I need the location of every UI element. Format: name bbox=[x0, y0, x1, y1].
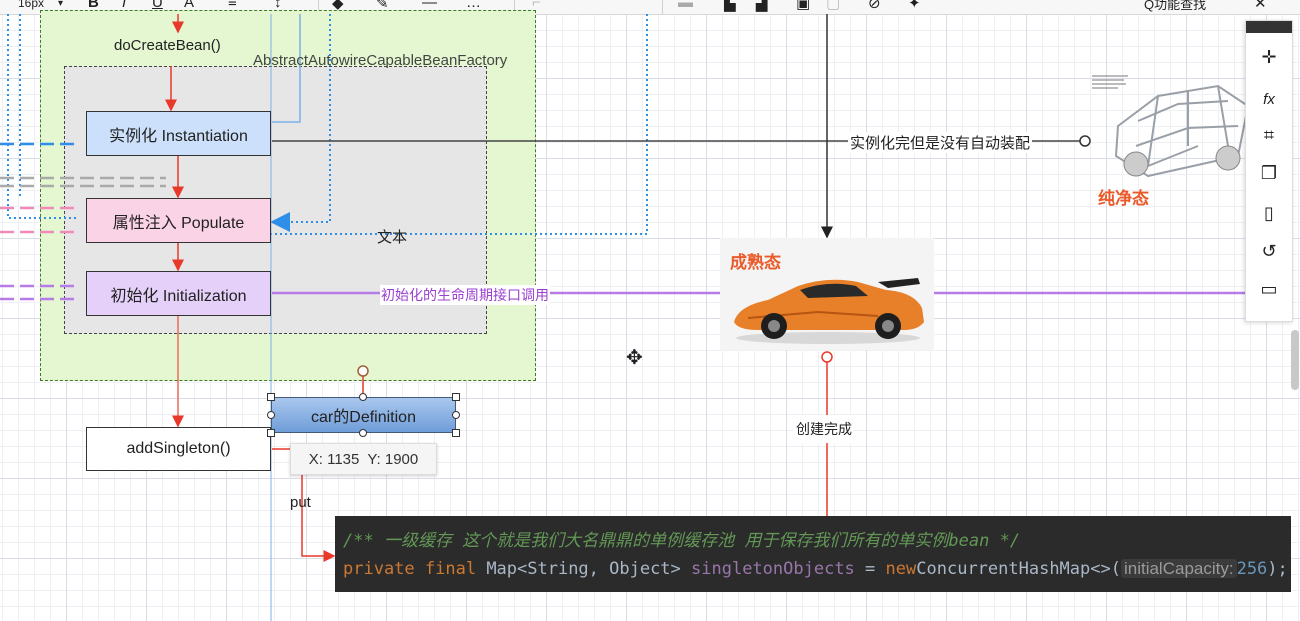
code-snippet-image[interactable]: /** 一级缓存 这个就是我们大名鼎鼎的单例缓存池 用于保存我们所有的单实例be… bbox=[335, 516, 1291, 592]
instantiation-node[interactable]: 实例化 Instantiation bbox=[86, 111, 271, 156]
node-label: 初始化 Initialization bbox=[110, 287, 247, 305]
car-chassis-image[interactable] bbox=[1088, 66, 1250, 186]
pages-icon[interactable]: ❐ bbox=[1257, 161, 1281, 185]
sports-car-icon bbox=[734, 278, 924, 344]
right-tool-panel: ✛ fx ⌗ ❐ ▯ ↺ ▭ bbox=[1245, 20, 1293, 322]
move-cursor-icon: ✥ bbox=[626, 347, 643, 369]
connector-end[interactable] bbox=[821, 351, 833, 363]
code-type: Map<String, Object> bbox=[486, 559, 681, 579]
do-create-bean-label: doCreateBean() bbox=[114, 37, 221, 54]
vertical-scrollbar[interactable] bbox=[1291, 330, 1299, 390]
dotted-connector[interactable] bbox=[7, 14, 78, 219]
node-label: 实例化 Instantiation bbox=[109, 127, 248, 145]
code-tail: ); bbox=[1267, 559, 1288, 579]
resize-handle[interactable] bbox=[452, 411, 460, 419]
resize-handle[interactable] bbox=[267, 429, 275, 437]
code-keyword: private final bbox=[343, 559, 477, 579]
page-icon[interactable]: ▯ bbox=[1257, 201, 1281, 225]
node-label: car的Definition bbox=[311, 409, 416, 426]
resize-handle[interactable] bbox=[267, 411, 275, 419]
dotted-connector[interactable] bbox=[270, 14, 331, 232]
dotted-connector[interactable] bbox=[262, 14, 648, 235]
resize-handle[interactable] bbox=[267, 393, 275, 401]
crop-icon[interactable]: ⌗ bbox=[1257, 123, 1281, 147]
code-eq: = bbox=[865, 559, 876, 579]
initialization-node[interactable]: 初始化 Initialization bbox=[86, 271, 271, 316]
populate-node[interactable]: 属性注入 Populate bbox=[86, 198, 271, 243]
code-line: private final Map<String, Object> single… bbox=[343, 559, 1288, 579]
resize-handle[interactable] bbox=[359, 429, 367, 437]
code-field: singletonObjects bbox=[691, 559, 855, 579]
tooltip-y: Y: 1900 bbox=[367, 450, 419, 468]
formula-icon[interactable]: fx bbox=[1257, 87, 1281, 111]
put-label[interactable]: put bbox=[290, 494, 311, 511]
pure-state-label: 纯净态 bbox=[1098, 189, 1149, 208]
resize-handle[interactable] bbox=[452, 393, 460, 401]
add-singleton-node[interactable]: addSingleton() bbox=[86, 427, 271, 471]
code-ctor: ConcurrentHashMap<>( bbox=[916, 559, 1121, 579]
comment-icon[interactable]: ▭ bbox=[1257, 277, 1281, 301]
node-label: addSingleton() bbox=[126, 440, 231, 457]
navigate-icon[interactable]: ✛ bbox=[1257, 45, 1281, 69]
factory-label: AbstractAutowireCapableBeanFactory bbox=[253, 52, 508, 69]
code-number: 256 bbox=[1236, 559, 1268, 579]
history-icon[interactable]: ↺ bbox=[1257, 239, 1281, 263]
node-label: 属性注入 Populate bbox=[112, 214, 245, 232]
resize-handle[interactable] bbox=[359, 393, 367, 401]
code-new: new bbox=[885, 559, 917, 579]
coordinate-tooltip: X: 1135 Y: 1900 bbox=[290, 443, 437, 475]
instantiated-label[interactable]: 实例化完但是没有自动装配 bbox=[848, 132, 1033, 153]
panel-header bbox=[1246, 21, 1292, 33]
created-label[interactable]: 创建完成 bbox=[794, 415, 854, 443]
tooltip-x: X: 1135 bbox=[308, 450, 360, 468]
rotate-handle[interactable] bbox=[357, 365, 369, 377]
code-comment: /** 一级缓存 这个就是我们大名鼎鼎的单例缓存池 用于保存我们所有的单实例be… bbox=[343, 531, 1021, 551]
lifecycle-label[interactable]: 初始化的生命周期接口调用 bbox=[380, 285, 550, 305]
chassis-icon bbox=[1092, 75, 1250, 178]
code-param-hint: initialCapacity: bbox=[1120, 559, 1237, 578]
car-definition-node[interactable]: car的Definition bbox=[271, 397, 456, 433]
text-label[interactable]: 文本 bbox=[377, 226, 407, 247]
mature-car-image[interactable]: 成熟态 bbox=[720, 238, 934, 350]
resize-handle[interactable] bbox=[452, 429, 460, 437]
